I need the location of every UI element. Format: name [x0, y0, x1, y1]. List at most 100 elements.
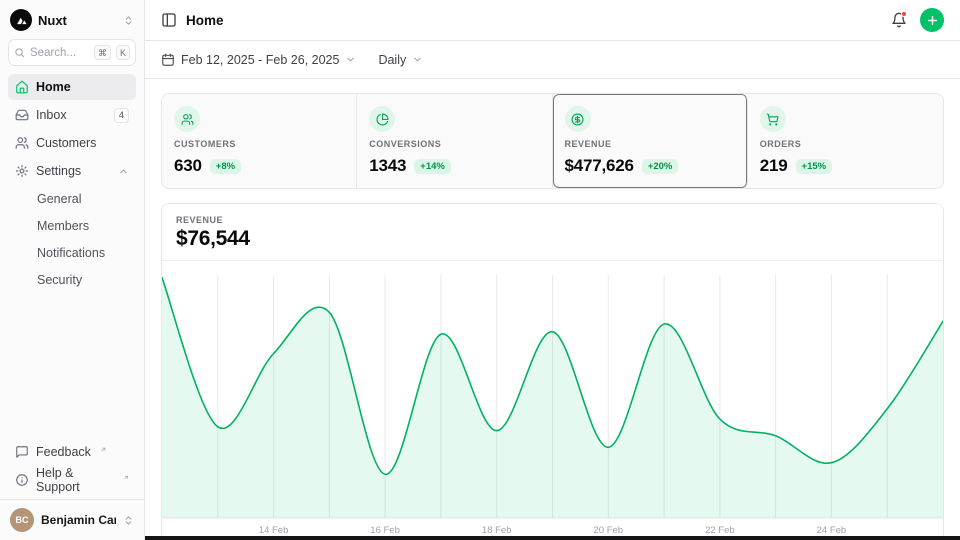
notifications-button[interactable]: [891, 12, 907, 28]
stat-delta-badge: +15%: [796, 159, 833, 174]
search-icon: [14, 47, 25, 58]
chart-card-label: REVENUE: [176, 215, 929, 225]
chevron-up-icon: [118, 166, 129, 177]
stat-value: 1343: [369, 156, 406, 176]
svg-text:16 Feb: 16 Feb: [370, 525, 400, 536]
panel-left-icon[interactable]: [161, 12, 177, 28]
sidebar-spacer: [0, 292, 144, 435]
stat-delta-badge: +14%: [414, 159, 451, 174]
sidebar-subitem-notifications[interactable]: Notifications: [8, 240, 136, 265]
date-range-picker[interactable]: Feb 12, 2025 - Feb 26, 2025: [161, 53, 356, 67]
chart-card-value: $76,544: [176, 227, 929, 251]
kbd-meta: ⌘: [94, 45, 111, 60]
user-menu[interactable]: BC Benjamin Canac: [0, 499, 144, 540]
revenue-chart[interactable]: 14 Feb 16 Feb 18 Feb 20 Feb 22 Feb 24 Feb: [162, 261, 943, 540]
svg-text:24 Feb: 24 Feb: [817, 525, 847, 536]
revenue-chart-card: REVENUE $76,544 14 Feb 16 Feb 18 Feb 20 Feb…: [161, 203, 944, 540]
info-circle-icon: [15, 473, 29, 487]
gear-icon: [15, 164, 29, 178]
search-input[interactable]: Search... ⌘ K: [8, 39, 136, 66]
svg-text:14 Feb: 14 Feb: [259, 525, 289, 536]
subitem-label: Members: [37, 219, 89, 233]
main-area: Home Feb 12, 2025 - Feb 26, 2025 Daily: [145, 0, 960, 540]
users-icon: [174, 106, 200, 132]
page-content: CUSTOMERS 630 +8% CONVERSIONS 1343 +14%: [145, 79, 960, 540]
chevron-down-icon: [412, 54, 423, 65]
granularity-label: Daily: [378, 53, 406, 67]
chevron-down-icon: [345, 54, 356, 65]
stats-strip: CUSTOMERS 630 +8% CONVERSIONS 1343 +14%: [161, 93, 944, 189]
kbd-k: K: [116, 45, 130, 60]
stat-orders[interactable]: ORDERS 219 +15%: [748, 94, 943, 188]
stat-value: $477,626: [565, 156, 634, 176]
dashboard-app: Nuxt Search... ⌘ K Home Inbox 4 Customer…: [0, 0, 960, 540]
header-actions: [891, 8, 944, 32]
stat-value: 219: [760, 156, 788, 176]
sidebar-item-label: Settings: [36, 164, 81, 178]
granularity-select[interactable]: Daily: [378, 53, 423, 67]
sidebar-subitem-general[interactable]: General: [8, 186, 136, 211]
page-title: Home: [186, 13, 224, 28]
search-placeholder: Search...: [30, 47, 89, 59]
stat-conversions[interactable]: CONVERSIONS 1343 +14%: [357, 94, 552, 188]
feedback-link[interactable]: Feedback: [8, 439, 136, 465]
svg-text:18 Feb: 18 Feb: [482, 525, 512, 536]
revenue-area-chart-svg: 14 Feb 16 Feb 18 Feb 20 Feb 22 Feb 24 Feb: [162, 261, 943, 540]
svg-text:20 Feb: 20 Feb: [594, 525, 624, 536]
filters-toolbar: Feb 12, 2025 - Feb 26, 2025 Daily: [145, 41, 960, 79]
window-bottom-edge: [145, 536, 960, 540]
subitem-label: General: [37, 192, 81, 206]
sidebar-item-inbox[interactable]: Inbox 4: [8, 102, 136, 128]
sidebar: Nuxt Search... ⌘ K Home Inbox 4 Customer…: [0, 0, 145, 540]
inbox-icon: [15, 108, 29, 122]
plus-icon: [926, 14, 939, 27]
dollar-circle-icon: [565, 106, 591, 132]
calendar-icon: [161, 53, 175, 67]
subitem-label: Notifications: [37, 246, 105, 260]
chevrons-up-down-icon: [123, 15, 134, 26]
external-link-icon: [123, 474, 129, 481]
sidebar-item-label: Customers: [36, 136, 96, 150]
chart-card-header: REVENUE $76,544: [162, 204, 943, 261]
sidebar-item-label: Inbox: [36, 108, 67, 122]
inbox-count-badge: 4: [114, 108, 129, 123]
add-button[interactable]: [920, 8, 944, 32]
help-support-label: Help & Support: [36, 466, 114, 494]
avatar: BC: [10, 508, 34, 532]
nuxt-logo-icon: [10, 9, 32, 31]
home-icon: [15, 80, 29, 94]
users-icon: [15, 136, 29, 150]
sidebar-item-home[interactable]: Home: [8, 74, 136, 100]
stat-revenue[interactable]: REVENUE $477,626 +20%: [553, 94, 748, 188]
sidebar-item-customers[interactable]: Customers: [8, 130, 136, 156]
workspace-switcher[interactable]: Nuxt: [0, 0, 144, 37]
stat-label: REVENUE: [565, 139, 735, 149]
user-name: Benjamin Canac: [41, 513, 116, 527]
pie-chart-icon: [369, 106, 395, 132]
sidebar-subitem-members[interactable]: Members: [8, 213, 136, 238]
sidebar-item-label: Home: [36, 80, 71, 94]
workspace-name: Nuxt: [38, 13, 117, 28]
chevrons-up-down-icon: [123, 515, 134, 526]
subitem-label: Security: [37, 273, 82, 287]
sidebar-footer: Feedback Help & Support: [0, 435, 144, 499]
stat-delta-badge: +8%: [210, 159, 241, 174]
stat-label: CUSTOMERS: [174, 139, 344, 149]
stat-delta-badge: +20%: [642, 159, 679, 174]
help-support-link[interactable]: Help & Support: [8, 467, 136, 493]
message-icon: [15, 445, 29, 459]
stat-label: CONVERSIONS: [369, 139, 539, 149]
stat-label: ORDERS: [760, 139, 931, 149]
external-link-icon: [100, 446, 107, 453]
feedback-label: Feedback: [36, 445, 91, 459]
sidebar-subitem-security[interactable]: Security: [8, 267, 136, 292]
stat-customers[interactable]: CUSTOMERS 630 +8%: [162, 94, 357, 188]
sidebar-item-settings[interactable]: Settings: [8, 158, 136, 184]
sidebar-nav: Home Inbox 4 Customers Settings General …: [0, 74, 144, 292]
notification-dot: [901, 11, 907, 17]
svg-text:22 Feb: 22 Feb: [705, 525, 735, 536]
page-header: Home: [145, 0, 960, 41]
stat-value: 630: [174, 156, 202, 176]
cart-icon: [760, 106, 786, 132]
date-range-label: Feb 12, 2025 - Feb 26, 2025: [181, 53, 339, 67]
